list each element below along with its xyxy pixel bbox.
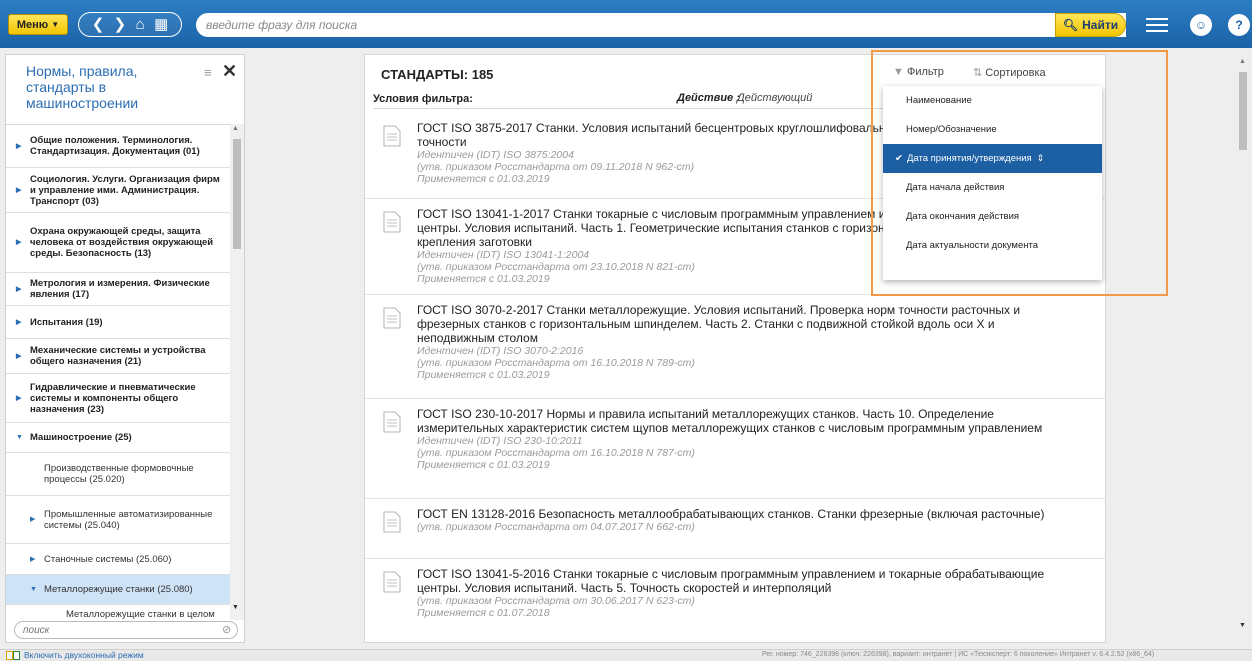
find-button[interactable]: 🔍︎ Найти <box>1055 13 1126 37</box>
user-icon[interactable]: ☺ <box>1190 14 1212 36</box>
list-icon[interactable]: ≡ <box>204 65 212 80</box>
document-row[interactable]: ГОСТ ISO 230-10-2017 Нормы и правила исп… <box>365 399 1105 499</box>
forward-icon[interactable]: ❯ <box>114 17 127 32</box>
menu-button-label: Меню <box>16 18 49 31</box>
document-icon <box>383 125 401 147</box>
sidebar-subitem-active[interactable]: ▼ Металлорежущие станки (25.080) <box>6 575 230 605</box>
document-title[interactable]: ГОСТ ISO 3070-2-2017 Станки металлорежущ… <box>417 303 1057 381</box>
expand-arrow-icon[interactable]: ▶ <box>16 237 30 248</box>
search-input[interactable] <box>196 13 1056 37</box>
back-icon[interactable]: ❮ <box>92 17 105 32</box>
filter-conditions-label: Условия фильтра: <box>373 93 473 105</box>
magnifier-icon: 🔍︎ <box>1062 18 1079 32</box>
home-icon[interactable]: ⌂ <box>136 17 145 32</box>
document-icon <box>383 571 401 593</box>
dual-window-toggle[interactable]: Включить двухоконный режим <box>24 650 144 660</box>
sidebar-item[interactable]: ▶ Охрана окружающей среды, защита челове… <box>6 213 230 273</box>
sort-option-start-date[interactable]: Дата начала действия <box>883 173 1102 202</box>
expand-arrow-icon[interactable]: ▶ <box>16 284 30 295</box>
registration-info: Рег. номер: 746_226398 (ключ: 226398), в… <box>762 651 1155 658</box>
scroll-down-icon[interactable]: ▼ <box>232 604 239 611</box>
close-icon[interactable]: ✕ <box>222 61 237 82</box>
action-value: Действующий <box>737 92 813 104</box>
document-row[interactable]: ГОСТ ISO 13041-5-2016 Станки токарные с … <box>365 559 1105 642</box>
sidebar-item[interactable]: ▶ Испытания (19) <box>6 306 230 339</box>
expand-arrow-icon[interactable]: ▶ <box>16 317 30 328</box>
sidebar-subitem[interactable]: Производственные формовочные процессы (2… <box>6 453 230 496</box>
sidebar-scrollbar-thumb[interactable] <box>233 139 241 249</box>
document-icon <box>383 307 401 329</box>
main-scrollbar-thumb[interactable] <box>1239 72 1247 150</box>
document-row[interactable]: ГОСТ EN 13128-2016 Безопасность металлоо… <box>365 499 1105 559</box>
sidebar-item-expanded[interactable]: ▼ Машиностроение (25) <box>6 423 230 453</box>
sort-option-name[interactable]: Наименование <box>883 86 1102 115</box>
expand-arrow-icon[interactable]: ▶ <box>16 141 30 152</box>
sidebar-search-input[interactable] <box>14 621 238 639</box>
expand-arrow-icon[interactable]: ▶ <box>30 554 44 565</box>
sort-dropdown-menu: Наименование Номер/Обозначение ✔ Дата пр… <box>883 86 1102 280</box>
sidebar-item[interactable]: ▶ Метрология и измерения. Физические явл… <box>6 273 230 306</box>
sidebar-item[interactable]: ▶ Общие положения. Терминология. Стандар… <box>6 125 230 168</box>
sort-option-adoption-date[interactable]: ✔ Дата принятия/утверждения ⇕ <box>883 144 1102 173</box>
document-title[interactable]: ГОСТ ISO 13041-5-2016 Станки токарные с … <box>417 567 1057 619</box>
sidebar-subitem[interactable]: Металлорежущие станки в целом (25.080.01… <box>6 605 230 620</box>
scroll-up-icon[interactable]: ▲ <box>1239 58 1246 65</box>
collapse-arrow-icon[interactable]: ▼ <box>30 584 44 595</box>
collapse-arrow-icon[interactable]: ▼ <box>16 432 30 443</box>
dual-window-icon[interactable] <box>6 651 20 660</box>
sort-option-end-date[interactable]: Дата окончания действия <box>883 202 1102 231</box>
scroll-down-icon[interactable]: ▼ <box>1239 622 1246 629</box>
expand-arrow-icon[interactable]: ▶ <box>30 514 44 525</box>
document-title[interactable]: ГОСТ ISO 230-10-2017 Нормы и правила исп… <box>417 407 1057 471</box>
sidebar-subitem[interactable]: ▶ Промышленные автоматизированные систем… <box>6 496 230 544</box>
document-title[interactable]: ГОСТ EN 13128-2016 Безопасность металлоо… <box>417 507 1057 533</box>
grid-icon[interactable]: ▦ <box>154 17 168 32</box>
sidebar-tree: ▶ Общие положения. Терминология. Стандар… <box>6 124 230 620</box>
find-button-label: Найти <box>1082 18 1119 32</box>
page-title: СТАНДАРТЫ: 185 <box>381 67 494 82</box>
menu-button[interactable]: Меню ▼ <box>8 14 68 35</box>
expand-arrow-icon[interactable]: ▶ <box>16 185 30 196</box>
scroll-up-icon[interactable]: ▲ <box>232 125 239 132</box>
sidebar-item[interactable]: ▶ Социология. Услуги. Организация фирм и… <box>6 168 230 213</box>
navigation-group: ❮ ❯ ⌂ ▦ <box>78 12 182 37</box>
sort-option-number[interactable]: Номер/Обозначение <box>883 115 1102 144</box>
search-clear-icon[interactable]: ⊘ <box>222 623 231 636</box>
expand-arrow-icon[interactable]: ▶ <box>16 393 30 404</box>
sidebar: Нормы, правила, стандарты в машиностроен… <box>5 54 245 643</box>
hamburger-menu-icon[interactable] <box>1146 14 1168 34</box>
sidebar-item[interactable]: ▶ Механические системы и устройства обще… <box>6 339 230 374</box>
help-icon[interactable]: ? <box>1228 14 1250 36</box>
action-label: Действие : <box>677 92 740 104</box>
sidebar-subitem[interactable]: ▶ Станочные системы (25.060) <box>6 544 230 575</box>
document-row[interactable]: ГОСТ ISO 3070-2-2017 Станки металлорежущ… <box>365 295 1105 399</box>
sort-option-actuality-date[interactable]: Дата актуальности документа <box>883 231 1102 260</box>
checkmark-icon: ✔ <box>895 153 903 164</box>
document-icon <box>383 211 401 233</box>
sidebar-item[interactable]: ▶ Гидравлические и пневматические систем… <box>6 374 230 423</box>
sidebar-title: Нормы, правила, стандарты в машиностроен… <box>26 63 139 111</box>
caret-down-icon: ▼ <box>51 20 60 29</box>
sort-direction-icon[interactable]: ⇕ <box>1037 153 1045 164</box>
document-icon <box>383 411 401 433</box>
expand-arrow-icon[interactable]: ▶ <box>16 351 30 362</box>
document-icon <box>383 511 401 533</box>
